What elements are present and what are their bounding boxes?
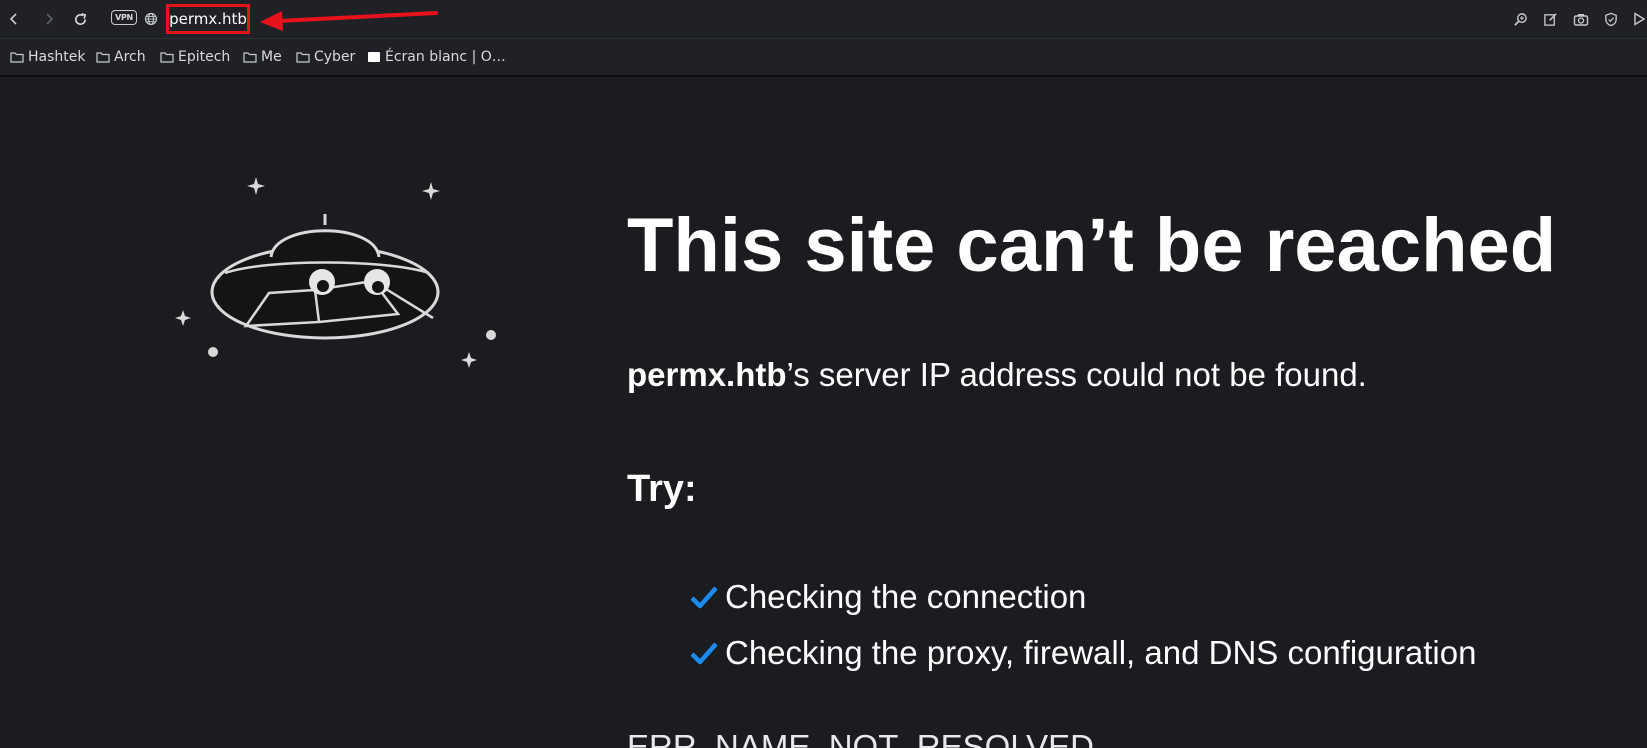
shield-icon <box>1605 12 1617 26</box>
error-host: permx.htb <box>627 356 787 393</box>
back-button[interactable] <box>3 8 25 30</box>
camera-icon <box>1573 13 1589 26</box>
reload-button[interactable] <box>69 8 91 30</box>
folder-icon <box>10 52 24 63</box>
error-headline: This site can’t be reached <box>627 203 1557 288</box>
bookmark-ecran-blanc[interactable]: Écran blanc | O… <box>367 48 506 66</box>
sparkle <box>175 310 191 326</box>
bookmark-epitech[interactable]: Epitech <box>160 48 230 66</box>
folder-icon <box>160 52 174 63</box>
suggestion-text: Checking the proxy, firewall, and DNS co… <box>725 634 1477 671</box>
reload-icon <box>74 12 86 25</box>
bookmark-hashtek[interactable]: Hashtek <box>10 48 85 66</box>
back-icon <box>9 13 17 25</box>
error-page: This site can’t be reached permx.htb’s s… <box>0 77 1647 748</box>
bookmark-label: Arch <box>114 49 146 65</box>
sparkle <box>247 177 265 195</box>
edit-button[interactable] <box>1539 8 1561 30</box>
suggestion-item: Checking the connection <box>689 578 1086 616</box>
sparkle <box>461 352 477 368</box>
vpn-badge[interactable]: VPN <box>111 10 137 25</box>
try-label: Try: <box>627 468 697 510</box>
zoom-icon <box>1513 12 1527 26</box>
bookmark-arch[interactable]: Arch <box>96 48 146 66</box>
bookmark-label: Cyber <box>314 49 356 65</box>
forward-button[interactable] <box>38 8 60 30</box>
dot <box>486 330 496 340</box>
checkmark-icon <box>690 586 718 609</box>
globe-icon <box>144 12 158 26</box>
address-bar[interactable]: permx.htb <box>166 4 250 34</box>
play-button[interactable] <box>1630 8 1647 30</box>
page-icon <box>368 52 380 62</box>
folder-icon <box>296 52 310 63</box>
folder-icon <box>96 52 110 63</box>
error-code: ERR_NAME_NOT_RESOLVED <box>627 728 1095 748</box>
suggestion-text: Checking the connection <box>725 578 1087 615</box>
checkmark-icon <box>690 642 718 665</box>
site-info-button[interactable] <box>141 8 161 30</box>
edit-icon <box>1543 12 1557 26</box>
play-icon <box>1633 12 1645 26</box>
bookmark-cyber[interactable]: Cyber <box>296 48 355 66</box>
bookmark-label: Écran blanc | O… <box>385 49 506 65</box>
error-description: permx.htb’s server IP address could not … <box>627 356 1367 394</box>
snapshot-button[interactable] <box>1570 8 1592 30</box>
url-text: permx.htb <box>169 10 247 28</box>
bookmark-me[interactable]: Me <box>243 48 282 66</box>
suggestion-item: Checking the proxy, firewall, and DNS co… <box>689 634 1476 672</box>
error-message: ’s server IP address could not be found. <box>786 356 1367 393</box>
zoom-button[interactable] <box>1509 8 1531 30</box>
annotation-arrow <box>260 11 438 31</box>
bookmarks-bar: Hashtek Arch Epitech Me Cyber Écran blan… <box>0 39 1647 77</box>
browser-toolbar: VPN permx.htb <box>0 0 1647 39</box>
bookmark-label: Me <box>261 49 282 65</box>
dot <box>208 347 218 357</box>
bookmark-label: Hashtek <box>28 49 86 65</box>
bookmark-label: Epitech <box>178 49 231 65</box>
folder-icon <box>243 52 257 63</box>
sparkle <box>422 182 440 200</box>
forward-icon <box>46 13 54 25</box>
ufo-illustration <box>175 177 496 368</box>
shield-button[interactable] <box>1600 8 1622 30</box>
